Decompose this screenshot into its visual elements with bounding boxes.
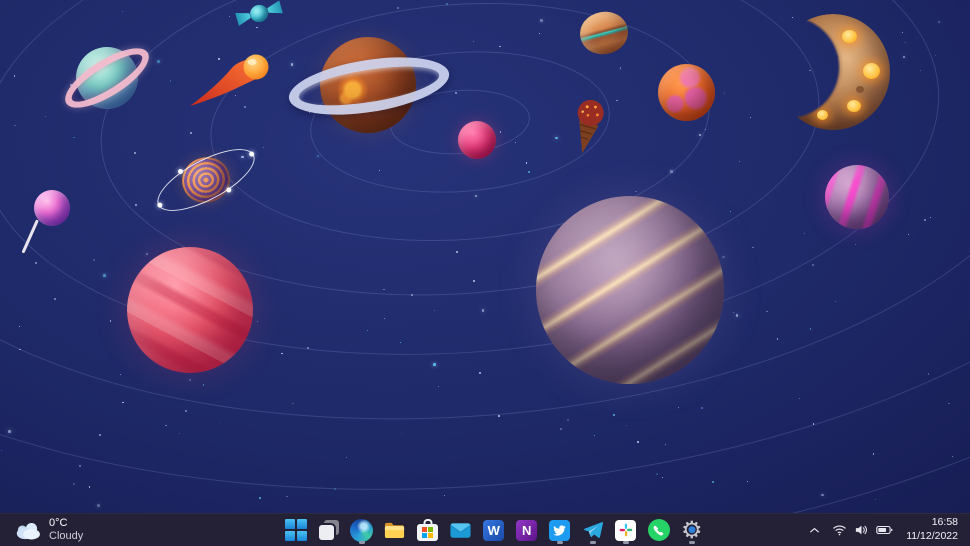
slack-icon <box>615 519 637 541</box>
weather-condition: Cloudy <box>49 530 84 542</box>
settings-gear-icon: ⚙ <box>679 517 705 543</box>
taskbar-edge-button[interactable] <box>347 515 377 545</box>
taskbar-microsoft-store-button[interactable] <box>413 515 443 545</box>
taskbar-task-view-button[interactable] <box>314 515 344 545</box>
orange-marble-planet <box>658 64 715 121</box>
tray-chevron-up-icon[interactable] <box>806 522 823 539</box>
taskbar-dock: WN ⚙ <box>281 514 707 546</box>
tray-date: 11/12/2022 <box>906 530 958 542</box>
twitter-icon <box>549 519 571 541</box>
telegram-icon <box>583 522 603 538</box>
candy-body <box>247 2 271 24</box>
store-icon <box>417 519 439 541</box>
taskbar-onenote-button[interactable]: N <box>512 515 542 545</box>
word-icon: W <box>483 519 505 541</box>
raspberry-planet <box>458 121 496 159</box>
glowing-chip <box>817 110 829 121</box>
mail-icon <box>450 522 471 538</box>
windows-logo-icon <box>284 519 307 541</box>
taskbar-mail-button[interactable] <box>446 515 476 545</box>
onenote-icon: N <box>516 519 538 541</box>
system-tray: 16:58 11/12/2022 <box>806 514 962 546</box>
cloud-icon <box>16 523 40 540</box>
cookie-crater <box>828 53 839 62</box>
edge-icon <box>350 518 374 542</box>
weather-temperature: 0°C <box>49 516 68 529</box>
ice-cream-cone <box>577 99 604 154</box>
magenta-taffy-planet <box>825 165 889 229</box>
taskbar-settings-button[interactable]: ⚙ <box>677 515 707 545</box>
taskbar-telegram-button[interactable] <box>578 515 608 545</box>
taskbar-slack-button[interactable] <box>611 515 641 545</box>
cookie-crater <box>855 85 864 93</box>
weather-widget[interactable]: 0°C Cloudy <box>4 514 93 546</box>
battery-icon[interactable] <box>876 523 893 537</box>
folder-icon <box>385 522 405 538</box>
taskbar-whatsapp-button[interactable] <box>644 515 674 545</box>
striped-jupiter-planet <box>536 196 724 384</box>
desktop[interactable]: 0°C Cloudy WN ⚙ <box>0 0 970 546</box>
whatsapp-icon <box>647 519 670 541</box>
taskbar-file-explorer-button[interactable] <box>380 515 410 545</box>
glowing-chip <box>846 99 861 112</box>
glowing-chip <box>862 62 880 79</box>
task-view-icon <box>318 519 340 541</box>
strawberry-swirl-planet <box>127 247 253 373</box>
clock[interactable]: 16:58 11/12/2022 <box>902 514 962 545</box>
wifi-icon[interactable] <box>832 523 847 537</box>
taskbar-word-button[interactable]: W <box>479 515 509 545</box>
taskbar-twitter-button[interactable] <box>545 515 575 545</box>
lollipop <box>34 190 70 226</box>
glowing-chip <box>842 30 858 44</box>
desktop-wallpaper[interactable] <box>0 0 970 513</box>
cookie-crescent-moon <box>776 14 890 130</box>
taskbar-start-button[interactable] <box>281 515 311 545</box>
comet-candy <box>190 54 269 106</box>
taskbar: 0°C Cloudy WN ⚙ <box>0 513 970 546</box>
tray-time: 16:58 <box>931 516 958 529</box>
volume-icon[interactable] <box>854 523 869 537</box>
